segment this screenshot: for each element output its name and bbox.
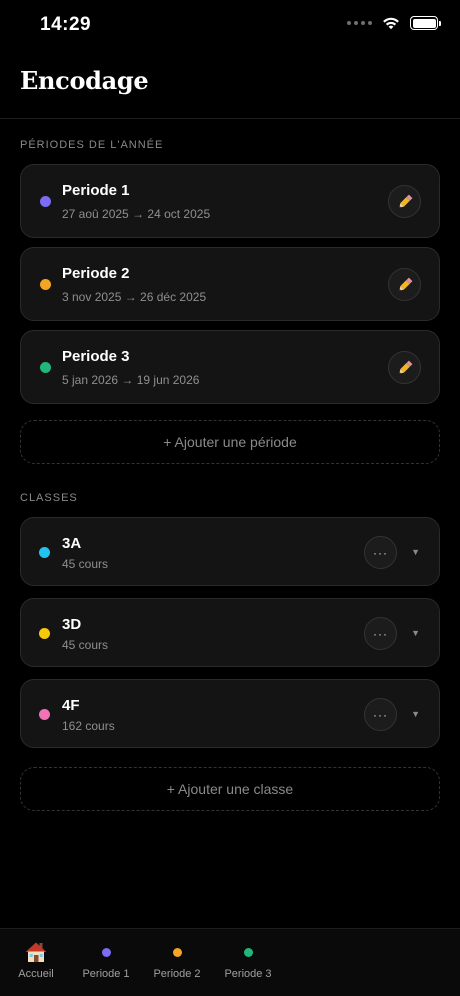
edit-period-button[interactable]	[388, 351, 421, 384]
status-icons	[347, 16, 441, 30]
class-more-button[interactable]: ···	[364, 617, 397, 650]
classes-section-label: CLASSES	[20, 492, 78, 504]
wifi-icon	[383, 17, 399, 30]
class-color-dot	[39, 547, 50, 558]
class-course-count: 45 cours	[62, 557, 109, 571]
tab-bar: Accueil Periode 1 Periode 2 Periode 3	[0, 928, 460, 996]
pencil-icon	[398, 277, 412, 291]
house-icon	[25, 942, 47, 962]
chevron-down-icon[interactable]: ▼	[411, 628, 420, 638]
battery-icon	[410, 16, 441, 30]
add-class-button[interactable]: + Ajouter une classe	[20, 767, 440, 811]
period-card-3[interactable]: Periode 3 5 jan 2026 → 19 jun 2026	[20, 330, 440, 404]
edit-period-button[interactable]	[388, 185, 421, 218]
tab-accueil[interactable]: Accueil	[10, 939, 62, 980]
signal-icon	[347, 21, 372, 25]
periode-2-color-dot	[172, 947, 182, 957]
period-card-2[interactable]: Periode 2 3 nov 2025 → 26 déc 2025	[20, 247, 440, 321]
period-date-range: 27 aoû 2025 → 24 oct 2025	[62, 207, 211, 221]
page-title: Encodage	[20, 66, 149, 95]
class-name: 4F	[62, 697, 80, 714]
period-title: Periode 3	[62, 348, 130, 365]
class-name: 3A	[62, 535, 82, 552]
period-date-range: 3 nov 2025 → 26 déc 2025	[62, 290, 207, 304]
edit-period-button[interactable]	[388, 268, 421, 301]
tab-label: Periode 1	[82, 968, 130, 980]
period-card-1[interactable]: Periode 1 27 aoû 2025 → 24 oct 2025	[20, 164, 440, 238]
tab-label: Periode 2	[153, 968, 201, 980]
class-more-button[interactable]: ···	[364, 536, 397, 569]
add-period-button[interactable]: + Ajouter une période	[20, 420, 440, 464]
period-date-range: 5 jan 2026 → 19 jun 2026	[62, 373, 200, 387]
class-color-dot	[39, 628, 50, 639]
tab-periode-1[interactable]: Periode 1	[78, 939, 134, 980]
period-color-dot	[40, 362, 51, 373]
status-time: 14:29	[40, 14, 92, 35]
chevron-down-icon[interactable]: ▼	[411, 709, 420, 719]
period-title: Periode 1	[62, 182, 130, 199]
class-card-3d[interactable]: 3D 45 cours ··· ▼	[20, 598, 440, 667]
tab-periode-3[interactable]: Periode 3	[220, 939, 276, 980]
period-color-dot	[40, 196, 51, 207]
class-color-dot	[39, 709, 50, 720]
class-name: 3D	[62, 616, 82, 633]
tab-label: Periode 3	[224, 968, 272, 980]
pencil-icon	[398, 360, 412, 374]
pencil-icon	[398, 194, 412, 208]
period-title: Periode 2	[62, 265, 130, 282]
periode-1-color-dot	[101, 947, 111, 957]
periods-section-label: PÉRIODES DE L'ANNÉE	[20, 139, 164, 151]
class-course-count: 162 cours	[62, 719, 115, 733]
tab-label: Accueil	[18, 968, 54, 980]
periode-3-color-dot	[243, 947, 253, 957]
class-course-count: 45 cours	[62, 638, 109, 652]
tab-periode-2[interactable]: Periode 2	[149, 939, 205, 980]
chevron-down-icon[interactable]: ▼	[411, 547, 420, 557]
period-color-dot	[40, 279, 51, 290]
class-card-4f[interactable]: 4F 162 cours ··· ▼	[20, 679, 440, 748]
class-card-3a[interactable]: 3A 45 cours ··· ▼	[20, 517, 440, 586]
status-bar: 14:29	[0, 0, 460, 50]
class-more-button[interactable]: ···	[364, 698, 397, 731]
header-divider	[0, 118, 460, 119]
